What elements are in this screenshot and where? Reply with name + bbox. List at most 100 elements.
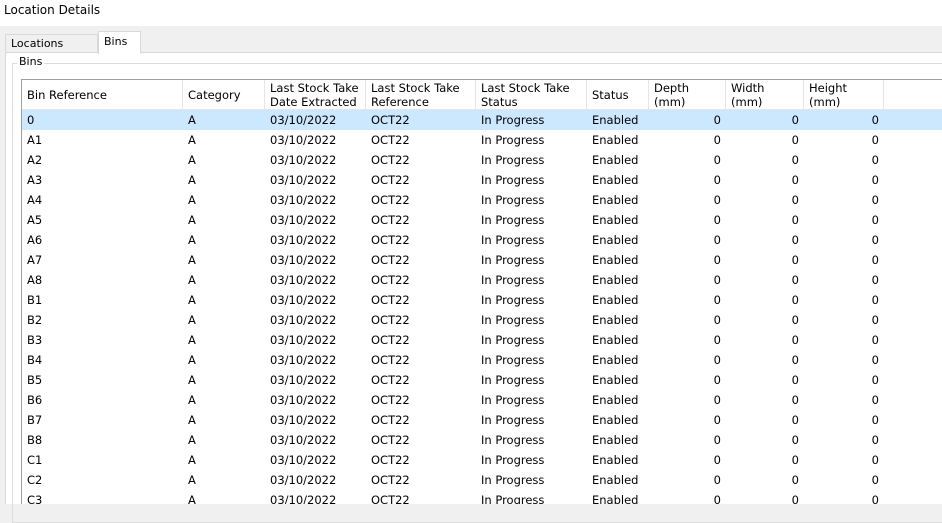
cell-stock-take-status: In Progress [481, 373, 545, 387]
cell-width: 0 [791, 333, 799, 347]
grid-header: Bin Reference Category Last Stock Take D… [22, 80, 942, 110]
column-header-last-stock-take-reference[interactable]: Last Stock Take Reference [366, 80, 476, 110]
cell-width: 0 [791, 493, 799, 504]
column-header-last-stock-take-status[interactable]: Last Stock Take Status [476, 80, 587, 110]
cell-height: 0 [871, 453, 879, 467]
cell-width: 0 [791, 253, 799, 267]
table-row[interactable]: B2 A 03/10/2022 OCT22 In Progress Enabled 0 0 0 [22, 310, 942, 330]
cell-stock-take-status: In Progress [481, 453, 545, 467]
cell-date-extracted: 03/10/2022 [270, 433, 337, 447]
cell-stock-take-reference: OCT22 [371, 353, 410, 367]
table-row[interactable]: A4 A 03/10/2022 OCT22 In Progress Enabled 0 0 0 [22, 190, 942, 210]
cell-date-extracted: 03/10/2022 [270, 373, 337, 387]
table-row[interactable]: B4 A 03/10/2022 OCT22 In Progress Enabled 0 0 0 [22, 350, 942, 370]
cell-depth: 0 [713, 253, 721, 267]
cell-bin-reference: 0 [27, 113, 35, 127]
table-row[interactable]: A6 A 03/10/2022 OCT22 In Progress Enabled 0 0 0 [22, 230, 942, 250]
bins-groupbox-label: Bins [17, 55, 45, 69]
cell-height: 0 [871, 413, 879, 427]
cell-bin-reference: B3 [27, 333, 43, 347]
table-row[interactable]: B8 A 03/10/2022 OCT22 In Progress Enabled 0 0 0 [22, 430, 942, 450]
cell-width: 0 [791, 193, 799, 207]
cell-bin-reference: A7 [27, 253, 43, 267]
table-row[interactable]: B7 A 03/10/2022 OCT22 In Progress Enabled 0 0 0 [22, 410, 942, 430]
table-row[interactable]: A3 A 03/10/2022 OCT22 In Progress Enabled 0 0 0 [22, 170, 942, 190]
cell-stock-take-status: In Progress [481, 173, 545, 187]
cell-status: Enabled [592, 353, 639, 367]
column-header-last-stock-take-date-extracted[interactable]: Last Stock Take Date Extracted [265, 80, 366, 110]
cell-status: Enabled [592, 493, 639, 504]
cell-height: 0 [871, 353, 879, 367]
cell-date-extracted: 03/10/2022 [270, 233, 337, 247]
cell-stock-take-status: In Progress [481, 133, 545, 147]
cell-category: A [188, 393, 196, 407]
cell-category: A [188, 133, 196, 147]
cell-category: A [188, 353, 196, 367]
cell-stock-take-status: In Progress [481, 213, 545, 227]
table-row[interactable]: C2 A 03/10/2022 OCT22 In Progress Enabled 0 0 0 [22, 470, 942, 490]
cell-category: A [188, 193, 196, 207]
column-header-status[interactable]: Status [587, 80, 649, 110]
table-row[interactable]: 0 A 03/10/2022 OCT22 In Progress Enabled 0 0 0 [22, 110, 942, 130]
cell-date-extracted: 03/10/2022 [270, 493, 337, 504]
cell-date-extracted: 03/10/2022 [270, 213, 337, 227]
table-row[interactable]: B3 A 03/10/2022 OCT22 In Progress Enabled 0 0 0 [22, 330, 942, 350]
bins-grid[interactable]: Bin Reference Category Last Stock Take D… [21, 79, 942, 504]
cell-height: 0 [871, 473, 879, 487]
cell-depth: 0 [713, 113, 721, 127]
table-row[interactable]: A1 A 03/10/2022 OCT22 In Progress Enabled 0 0 0 [22, 130, 942, 150]
table-row[interactable]: C1 A 03/10/2022 OCT22 In Progress Enabled 0 0 0 [22, 450, 942, 470]
table-row[interactable]: B1 A 03/10/2022 OCT22 In Progress Enabled 0 0 0 [22, 290, 942, 310]
cell-bin-reference: B7 [27, 413, 43, 427]
tab-bins[interactable]: Bins [98, 31, 141, 54]
cell-width: 0 [791, 293, 799, 307]
cell-bin-reference: A4 [27, 193, 43, 207]
cell-status: Enabled [592, 473, 639, 487]
cell-depth: 0 [713, 273, 721, 287]
table-row[interactable]: B5 A 03/10/2022 OCT22 In Progress Enabled 0 0 0 [22, 370, 942, 390]
cell-bin-reference: B2 [27, 313, 43, 327]
cell-status: Enabled [592, 153, 639, 167]
cell-stock-take-reference: OCT22 [371, 233, 410, 247]
cell-stock-take-status: In Progress [481, 433, 545, 447]
column-header-bin-reference[interactable]: Bin Reference [22, 80, 183, 110]
cell-width: 0 [791, 233, 799, 247]
cell-date-extracted: 03/10/2022 [270, 333, 337, 347]
column-header-category[interactable]: Category [183, 80, 265, 110]
cell-bin-reference: C3 [27, 493, 43, 504]
cell-height: 0 [871, 153, 879, 167]
column-header-height[interactable]: Height (mm) [804, 80, 884, 110]
window-title: Location Details [0, 0, 942, 26]
column-header-filler [884, 80, 942, 110]
cell-width: 0 [791, 473, 799, 487]
cell-category: A [188, 333, 196, 347]
column-header-depth[interactable]: Depth (mm) [649, 80, 726, 110]
tab-locations-details[interactable]: Locations Details [5, 34, 98, 68]
cell-width: 0 [791, 393, 799, 407]
cell-status: Enabled [592, 433, 639, 447]
cell-date-extracted: 03/10/2022 [270, 153, 337, 167]
table-row[interactable]: B6 A 03/10/2022 OCT22 In Progress Enabled 0 0 0 [22, 390, 942, 410]
cell-bin-reference: A2 [27, 153, 43, 167]
cell-stock-take-reference: OCT22 [371, 453, 410, 467]
cell-stock-take-status: In Progress [481, 473, 545, 487]
cell-height: 0 [871, 393, 879, 407]
cell-width: 0 [791, 213, 799, 227]
cell-stock-take-status: In Progress [481, 393, 545, 407]
cell-stock-take-status: In Progress [481, 273, 545, 287]
cell-category: A [188, 213, 196, 227]
cell-date-extracted: 03/10/2022 [270, 393, 337, 407]
cell-date-extracted: 03/10/2022 [270, 353, 337, 367]
table-row[interactable]: A2 A 03/10/2022 OCT22 In Progress Enabled 0 0 0 [22, 150, 942, 170]
table-row[interactable]: C3 A 03/10/2022 OCT22 In Progress Enabled 0 0 0 [22, 490, 942, 504]
table-row[interactable]: A7 A 03/10/2022 OCT22 In Progress Enabled 0 0 0 [22, 250, 942, 270]
cell-stock-take-reference: OCT22 [371, 193, 410, 207]
cell-date-extracted: 03/10/2022 [270, 253, 337, 267]
cell-height: 0 [871, 313, 879, 327]
cell-category: A [188, 453, 196, 467]
table-row[interactable]: A8 A 03/10/2022 OCT22 In Progress Enabled 0 0 0 [22, 270, 942, 290]
cell-date-extracted: 03/10/2022 [270, 293, 337, 307]
cell-bin-reference: A3 [27, 173, 43, 187]
table-row[interactable]: A5 A 03/10/2022 OCT22 In Progress Enabled 0 0 0 [22, 210, 942, 230]
column-header-width[interactable]: Width (mm) [726, 80, 804, 110]
